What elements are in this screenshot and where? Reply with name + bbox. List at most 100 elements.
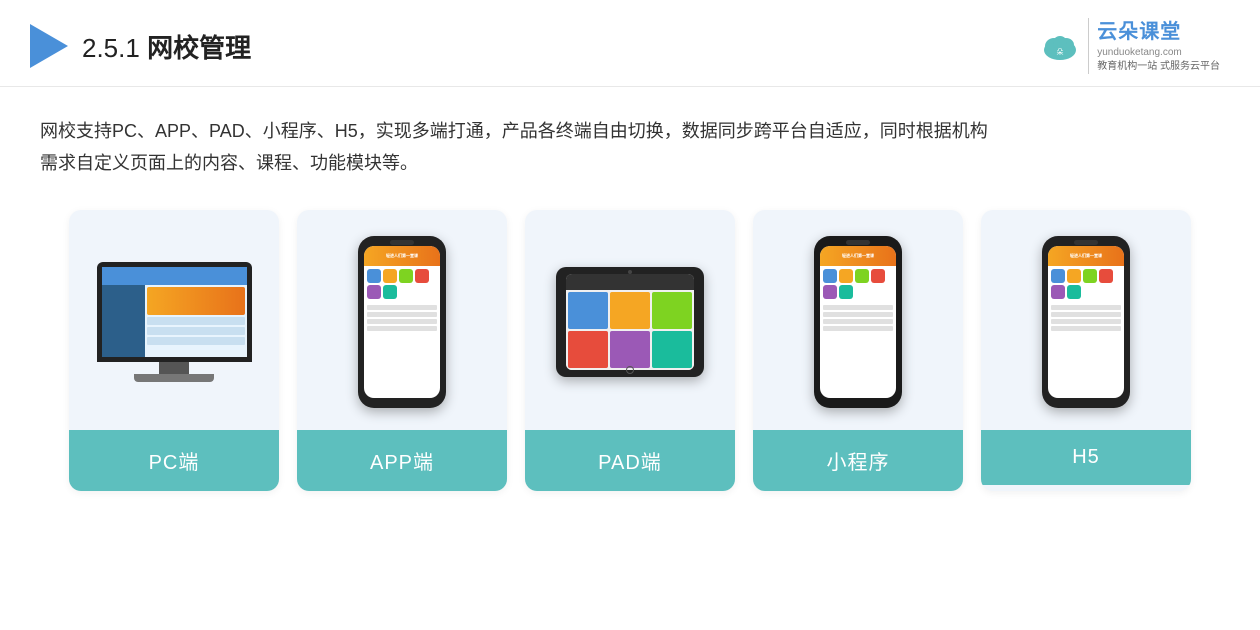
mini-phone-screen-top: 轻进人们第一堂课 — [820, 246, 896, 266]
pad-cell-2 — [610, 292, 650, 329]
h5-label-text: H5 — [1072, 446, 1100, 468]
page-title: 2.5.1 网校管理 — [82, 28, 251, 65]
header-right: 朵 云朵课堂 yunduoketang.com 教育机构一站 式服务云平台 — [1038, 18, 1220, 74]
brand-text: 云朵课堂 yunduoketang.com 教育机构一站 式服务云平台 — [1088, 18, 1220, 74]
app-row-2 — [367, 312, 437, 317]
device-card-pad: PAD端 — [525, 210, 735, 491]
app-banner-text: 轻进人们第一堂课 — [386, 253, 418, 259]
mini-icon-4 — [871, 269, 885, 283]
device-cards-section: PC端 轻进人们第一堂课 — [0, 190, 1260, 521]
mini-row-1 — [823, 305, 893, 310]
app-row-3 — [367, 319, 437, 324]
pad-card-label: PAD端 — [525, 430, 735, 491]
brand-name: 云朵课堂 — [1097, 18, 1220, 46]
brand-slogan: 教育机构一站 式服务云平台 — [1097, 60, 1220, 74]
device-card-app: 轻进人们第一堂课 — [297, 210, 507, 491]
app-card-label: APP端 — [297, 430, 507, 491]
pc-topbar — [102, 267, 247, 285]
mini-device-area: 轻进人们第一堂课 — [753, 210, 963, 430]
pc-stand — [159, 362, 189, 374]
pad-device — [556, 267, 704, 377]
app-phone-screen-top: 轻进人们第一堂课 — [364, 246, 440, 266]
app-phone-screen: 轻进人们第一堂课 — [364, 246, 440, 398]
app-phone-device: 轻进人们第一堂课 — [358, 236, 446, 408]
app-icon-2 — [383, 269, 397, 283]
mini-phone-device: 轻进人们第一堂课 — [814, 236, 902, 408]
pc-card-label: PC端 — [69, 430, 279, 491]
pc-row-1 — [147, 317, 245, 325]
description-line1: 网校支持PC、APP、PAD、小程序、H5，实现多端打通，产品各终端自由切换，数… — [40, 115, 1220, 147]
h5-icon-2 — [1067, 269, 1081, 283]
mini-icon-6 — [839, 285, 853, 299]
app-icon-3 — [399, 269, 413, 283]
pc-row-3 — [147, 337, 245, 345]
pad-cell-4 — [568, 331, 608, 368]
pad-cell-1 — [568, 292, 608, 329]
svg-text:朵: 朵 — [1057, 48, 1064, 56]
h5-phone-screen: 轻进人们第一堂课 — [1048, 246, 1124, 398]
app-phone-notch — [390, 240, 414, 245]
h5-phone-device: 轻进人们第一堂课 — [1042, 236, 1130, 408]
section-number: 2.5.1 — [82, 33, 140, 63]
h5-phone-outer: 轻进人们第一堂课 — [1042, 236, 1130, 408]
mini-icon-1 — [823, 269, 837, 283]
pc-main-content — [145, 285, 247, 357]
device-card-pc: PC端 — [69, 210, 279, 491]
mini-icon-2 — [839, 269, 853, 283]
h5-row-3 — [1051, 319, 1121, 324]
pc-label-text: PC端 — [149, 452, 200, 474]
brand-logo: 朵 云朵课堂 yunduoketang.com 教育机构一站 式服务云平台 — [1038, 18, 1220, 74]
pc-device-area — [69, 210, 279, 430]
h5-icons-row — [1048, 266, 1124, 302]
pc-body — [102, 285, 247, 357]
brand-url: yunduoketang.com — [1097, 46, 1220, 60]
page-header: 2.5.1 网校管理 朵 云朵课堂 yunduoketang.com 教育机构一… — [0, 0, 1260, 87]
pc-base — [134, 374, 214, 382]
h5-row-4 — [1051, 326, 1121, 331]
h5-icon-3 — [1083, 269, 1097, 283]
pad-cell-6 — [652, 331, 692, 368]
pc-row-2 — [147, 327, 245, 335]
pad-camera — [628, 270, 632, 274]
pad-label-text: PAD端 — [598, 452, 662, 474]
mini-row-4 — [823, 326, 893, 331]
mini-content-rows — [820, 302, 896, 334]
pad-outer — [556, 267, 704, 377]
pc-device — [97, 262, 252, 382]
app-device-area: 轻进人们第一堂课 — [297, 210, 507, 430]
pad-home-button — [626, 366, 634, 374]
h5-row-1 — [1051, 305, 1121, 310]
mini-card-label: 小程序 — [753, 430, 963, 491]
app-phone-outer: 轻进人们第一堂课 — [358, 236, 446, 408]
mini-icon-3 — [855, 269, 869, 283]
logo-triangle-icon — [30, 24, 68, 68]
pad-screen — [566, 274, 694, 370]
h5-content-rows — [1048, 302, 1124, 334]
app-icon-4 — [415, 269, 429, 283]
device-card-h5: 轻进人们第一堂课 — [981, 210, 1191, 491]
h5-banner-text: 轻进人们第一堂课 — [1070, 253, 1102, 259]
h5-row-2 — [1051, 312, 1121, 317]
mini-phone-screen: 轻进人们第一堂课 — [820, 246, 896, 398]
pc-monitor — [97, 262, 252, 362]
h5-icon-5 — [1051, 285, 1065, 299]
description-block: 网校支持PC、APP、PAD、小程序、H5，实现多端打通，产品各终端自由切换，数… — [0, 87, 1260, 190]
description-line2: 需求自定义页面上的内容、课程、功能模块等。 — [40, 147, 1220, 179]
h5-phone-notch — [1074, 240, 1098, 245]
app-row-4 — [367, 326, 437, 331]
app-label-text: APP端 — [370, 452, 434, 474]
h5-icon-4 — [1099, 269, 1113, 283]
pc-banner — [147, 287, 245, 315]
pc-sidebar — [102, 285, 146, 357]
mini-phone-notch — [846, 240, 870, 245]
h5-icon-6 — [1067, 285, 1081, 299]
app-icon-1 — [367, 269, 381, 283]
h5-device-area: 轻进人们第一堂课 — [981, 210, 1191, 430]
pad-content — [566, 290, 694, 370]
app-row-1 — [367, 305, 437, 310]
brand-cloud-icon: 朵 — [1038, 24, 1082, 68]
h5-icon-1 — [1051, 269, 1065, 283]
pad-cell-5 — [610, 331, 650, 368]
pad-topbar — [566, 274, 694, 290]
mini-banner-text: 轻进人们第一堂课 — [842, 253, 874, 259]
